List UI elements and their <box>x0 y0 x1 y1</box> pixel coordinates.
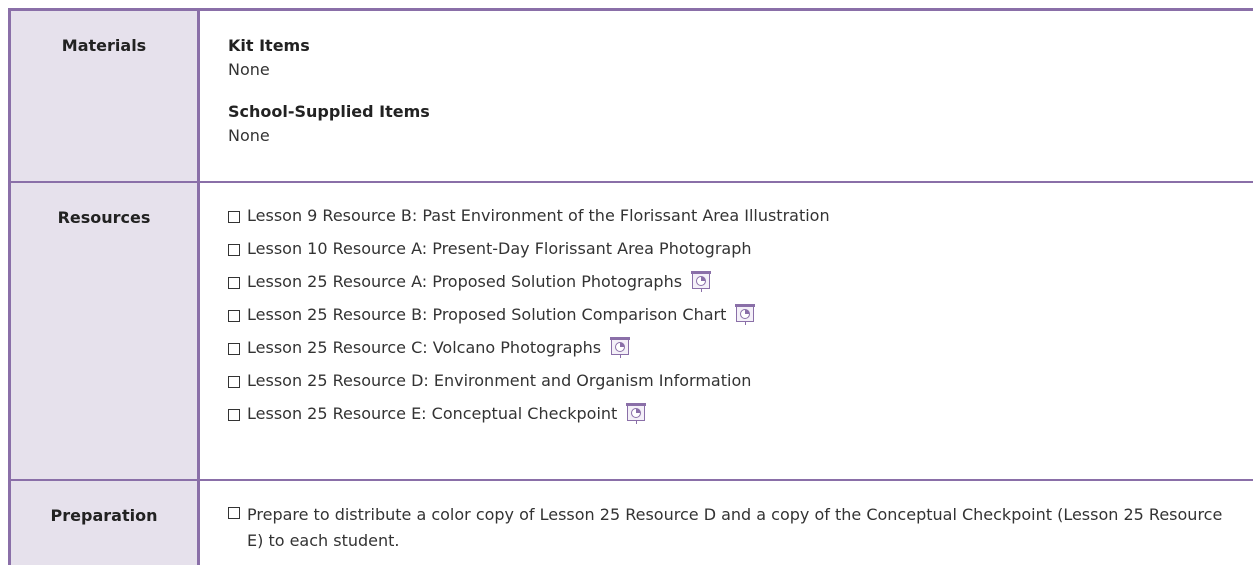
resource-item: Lesson 25 Resource B: Proposed Solution … <box>228 304 1253 338</box>
resource-text: Lesson 25 Resource E: Conceptual Checkpo… <box>247 404 618 423</box>
resource-item: Lesson 10 Resource A: Present-Day Floris… <box>228 239 1253 272</box>
resource-item: Lesson 25 Resource C: Volcano Photograph… <box>228 337 1253 371</box>
resource-checkbox[interactable] <box>228 343 240 355</box>
resources-label: Resources <box>11 183 200 479</box>
projection-screen-icon <box>735 304 756 325</box>
resource-text: Lesson 9 Resource B: Past Environment of… <box>247 206 830 225</box>
resource-text: Lesson 25 Resource A: Proposed Solution … <box>247 272 683 291</box>
resource-text: Lesson 25 Resource C: Volcano Photograph… <box>247 338 602 357</box>
resource-text: Lesson 25 Resource D: Environment and Or… <box>247 371 752 390</box>
resource-text: Lesson 25 Resource B: Proposed Solution … <box>247 305 727 324</box>
lesson-materials-table: Materials Kit Items None School-Supplied… <box>8 8 1253 565</box>
resource-checkbox[interactable] <box>228 244 240 256</box>
preparation-text: Prepare to distribute a color copy of Le… <box>247 505 1223 550</box>
kit-items-heading: Kit Items <box>228 36 310 55</box>
kit-items-value: None <box>228 60 270 79</box>
resource-checkbox[interactable] <box>228 376 240 388</box>
school-supplied-value: None <box>228 126 270 145</box>
resource-checkbox[interactable] <box>228 211 240 223</box>
preparation-row: Preparation Prepare to distribute a colo… <box>11 481 1253 565</box>
school-supplied-heading: School-Supplied Items <box>228 102 430 121</box>
resource-checkbox[interactable] <box>228 310 240 322</box>
preparation-checkbox[interactable] <box>228 507 240 519</box>
projection-screen-icon <box>691 271 712 292</box>
resources-content: Lesson 9 Resource B: Past Environment of… <box>200 183 1253 479</box>
projection-screen-icon <box>626 403 647 424</box>
resource-item: Lesson 25 Resource D: Environment and Or… <box>228 371 1253 404</box>
resource-item: Lesson 9 Resource B: Past Environment of… <box>228 206 1253 239</box>
projection-screen-icon <box>610 337 631 358</box>
resource-item: Lesson 25 Resource A: Proposed Solution … <box>228 271 1253 305</box>
materials-label: Materials <box>11 11 200 181</box>
preparation-label: Preparation <box>11 481 200 565</box>
resource-item: Lesson 25 Resource E: Conceptual Checkpo… <box>228 403 1253 437</box>
materials-row: Materials Kit Items None School-Supplied… <box>11 11 1253 183</box>
preparation-content: Prepare to distribute a color copy of Le… <box>200 481 1253 565</box>
materials-content: Kit Items None School-Supplied Items Non… <box>200 11 1253 181</box>
resource-text: Lesson 10 Resource A: Present-Day Floris… <box>247 239 752 258</box>
resources-row: Resources Lesson 9 Resource B: Past Envi… <box>11 183 1253 481</box>
resource-checkbox[interactable] <box>228 409 240 421</box>
resource-checkbox[interactable] <box>228 277 240 289</box>
